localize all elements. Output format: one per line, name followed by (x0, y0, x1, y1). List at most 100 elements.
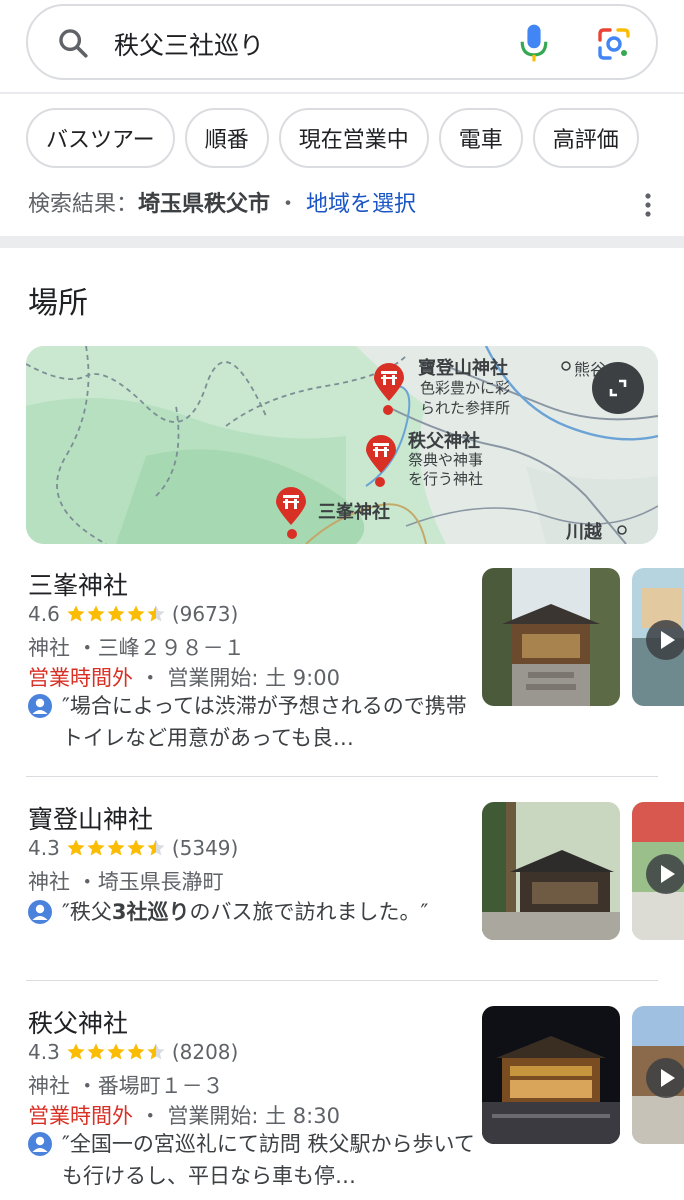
meta-dot: ・ (76, 636, 98, 660)
microphone-icon[interactable] (518, 22, 550, 64)
status-closed: 営業時間外 (28, 666, 133, 690)
place-listing-chichibu[interactable]: 秩父神社 4.3 (8208) 神社 ・番場町１－３ 営業時間外 ・ 営業開始:… (0, 998, 684, 1200)
star-icon (107, 605, 125, 622)
review-snippet: ″全国一の宮巡礼にて訪問 秩父駅から歩いても行けるし、平日なら車も停… (62, 1132, 475, 1188)
star-rating (66, 604, 166, 624)
star-icon (67, 1043, 85, 1060)
review-snippet: ″場合によっては渋滞が予想されるので携帯トイレなど用意があっても良… (62, 694, 467, 750)
map-pin-desc-chichibu-2: を行う神社 (408, 470, 484, 488)
review-count: (5349) (171, 836, 239, 860)
review-text-highlight: 3社巡り (111, 900, 190, 924)
place-meta: 神社 ・三峰２９８－１ (28, 632, 245, 662)
map-pin-mitsumine-icon[interactable] (274, 486, 308, 526)
map-pin-desc-chichibu-1: 祭典や神事 (408, 451, 484, 469)
star-icon (107, 1043, 125, 1060)
place-listing-hodosan[interactable]: 寶登山神社 4.3 (5349) 神社 ・埼玉県長瀞町 ″秩父3社巡りのバス旅で… (0, 794, 684, 980)
star-icon (67, 839, 85, 856)
star-icon (87, 839, 105, 856)
map-pin-hodosan-icon[interactable] (372, 362, 406, 402)
search-input[interactable]: 秩父三社巡り (114, 26, 264, 62)
review-count: (9673) (171, 602, 239, 626)
place-listing-mitsumine[interactable]: 三峯神社 4.6 (9673) 神社 ・三峰２９８－１ 営業時間外 ・ 営業開始… (0, 560, 684, 778)
reviewer-avatar-icon (28, 900, 52, 924)
place-video[interactable] (632, 802, 684, 940)
play-icon (661, 1069, 675, 1087)
map-pin-desc-hodosan-1: 色彩豊かに彩 (420, 379, 511, 397)
header-divider (0, 92, 684, 94)
place-photo[interactable] (482, 802, 620, 940)
star-icon (127, 839, 145, 856)
status-closed: 営業時間外 (28, 1104, 133, 1128)
star-icon (67, 605, 85, 622)
star-icon (147, 839, 165, 856)
listing-divider (26, 776, 658, 777)
star-icon (107, 839, 125, 856)
star-icon (127, 1043, 145, 1060)
rating-value: 4.6 (28, 602, 60, 626)
select-region-link[interactable]: 地域を選択 (306, 192, 416, 217)
place-address: 番場町１－３ (97, 1074, 224, 1098)
place-address: 三峰２９８－１ (97, 636, 245, 660)
reviewer-avatar-icon (28, 1132, 52, 1156)
places-section-title: 場所 (28, 286, 88, 321)
more-options-icon[interactable] (640, 192, 656, 218)
hours-dot: ・ (139, 1104, 161, 1128)
place-video[interactable] (632, 1006, 684, 1144)
places-map[interactable]: 寶登山神社 色彩豊かに彩 られた参拝所 秩父神社 祭典や神事 を行う神社 三峯神… (26, 346, 658, 544)
place-hours: 営業時間外 ・ 営業開始: 土 9:00 (28, 662, 340, 692)
place-name[interactable]: 寶登山神社 (28, 800, 153, 836)
place-category: 神社 (28, 636, 70, 660)
shrine-photo-hodosan (482, 802, 620, 940)
review-snippet: ″秩父3社巡りのバス旅で訪れました。″ (62, 896, 482, 928)
chip-order[interactable]: 順番 (184, 108, 269, 168)
star-rating (66, 838, 166, 858)
place-rating-row: 4.6 (9673) (28, 602, 238, 626)
place-name[interactable]: 秩父神社 (28, 1004, 128, 1040)
place-meta: 神社 ・番場町１－３ (28, 1070, 224, 1100)
review-count: (8208) (171, 1040, 239, 1064)
map-expand-button[interactable] (592, 362, 644, 414)
star-icon (147, 605, 165, 622)
place-name[interactable]: 三峯神社 (28, 566, 128, 602)
chip-train[interactable]: 電車 (438, 108, 523, 168)
star-rating (66, 1042, 166, 1062)
rating-value: 4.3 (28, 836, 60, 860)
place-category: 神社 (28, 1074, 70, 1098)
opening-hours: 営業開始: 土 8:30 (167, 1104, 340, 1128)
meta-dot: ・ (76, 870, 98, 894)
google-lens-icon[interactable] (594, 24, 634, 64)
play-button[interactable] (646, 620, 684, 660)
results-location-line: 検索結果：埼玉県秩父市 ・ 地域を選択 (28, 186, 416, 218)
section-separator (0, 236, 684, 248)
chip-top-rated[interactable]: 高評価 (532, 108, 639, 168)
results-dot: ・ (277, 192, 300, 217)
place-meta: 神社 ・埼玉県長瀞町 (28, 866, 224, 896)
search-bar[interactable]: 秩父三社巡り (26, 4, 658, 80)
shrine-photo-chichibu (482, 1006, 620, 1144)
star-icon (87, 1043, 105, 1060)
place-review: ″全国一の宮巡礼にて訪問 秩父駅から歩いても行けるし、平日なら車も停… (28, 1128, 475, 1192)
chip-open-now[interactable]: 現在営業中 (278, 108, 429, 168)
play-button[interactable] (646, 1058, 684, 1098)
hours-dot: ・ (139, 666, 161, 690)
map-pin-label-mitsumine: 三峯神社 (318, 502, 390, 523)
place-photo[interactable] (482, 1006, 620, 1144)
results-prefix: 検索結果： (28, 192, 139, 217)
place-hours: 営業時間外 ・ 営業開始: 土 8:30 (28, 1100, 340, 1130)
map-pin-chichibu-icon[interactable] (364, 434, 398, 474)
chip-bus-tour[interactable]: バスツアー (26, 108, 175, 168)
reviewer-avatar-icon (28, 694, 52, 718)
meta-dot: ・ (76, 1074, 98, 1098)
place-rating-row: 4.3 (8208) (28, 1040, 238, 1064)
place-video[interactable] (632, 568, 684, 706)
place-review: ″場合によっては渋滞が予想されるので携帯トイレなど用意があっても良… (28, 690, 467, 754)
expand-icon (609, 379, 627, 397)
review-text-post: のバス旅で訪れました。″ (189, 900, 429, 924)
play-icon (661, 865, 675, 883)
results-location: 埼玉県秩父市 (138, 192, 271, 217)
filter-chips: バスツアー 順番 現在営業中 電車 高評価 (26, 108, 639, 168)
play-button[interactable] (646, 854, 684, 894)
search-icon[interactable] (56, 26, 90, 60)
place-photo[interactable] (482, 568, 620, 706)
opening-hours: 営業開始: 土 9:00 (167, 666, 340, 690)
